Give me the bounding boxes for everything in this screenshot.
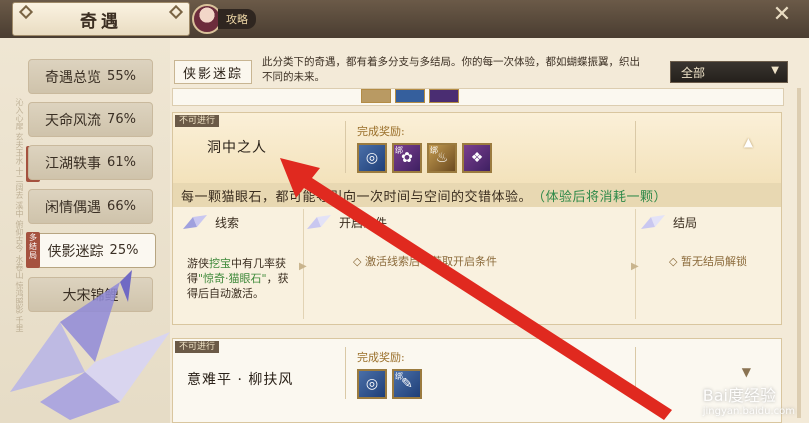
quest-banner: 每一颗猫眼石，都可能导引向一次时间与空间的交错体验。 （体验后将消耗一颗） bbox=[173, 183, 781, 207]
divider bbox=[635, 347, 636, 399]
sidebar-item-jianghu[interactable]: 江湖轶事 61% bbox=[28, 145, 153, 180]
sidebar-item-label: 闲情偶遇 bbox=[45, 199, 102, 216]
sidebar-item-tianming[interactable]: 天命风流 76% bbox=[28, 102, 153, 137]
ring-icon[interactable]: ◎ bbox=[357, 369, 387, 399]
scroll-icon[interactable]: 绑 ✎ bbox=[392, 369, 422, 399]
dice-icon[interactable]: ❖ bbox=[462, 143, 492, 173]
start-condition-text: ◇ 激活线索后可获取开启条件 bbox=[353, 255, 497, 268]
reward-icon bbox=[361, 89, 391, 103]
quest-card-header[interactable]: 不可进行 洞中之人 完成奖励: ◎ 绑 ✿ 绑 ♨ ❖ ▲ bbox=[173, 113, 781, 183]
page-title-tab: 奇遇 bbox=[12, 2, 190, 36]
guide-label: 攻略 bbox=[218, 9, 256, 29]
sidebar-item-pct: 61% bbox=[107, 155, 136, 170]
ending-text: ◇ 暂无结局解锁 bbox=[669, 255, 747, 268]
lamp-icon[interactable]: 绑 ♨ bbox=[427, 143, 457, 173]
reward-list: ◎ 绑 ✿ 绑 ♨ ❖ bbox=[357, 143, 492, 173]
sidebar-item-label: 江湖轶事 bbox=[45, 155, 102, 172]
reward-list: ◎ 绑 ✎ bbox=[357, 369, 422, 399]
status-badge: 不可进行 bbox=[175, 341, 220, 353]
paper-crane-decoration bbox=[10, 270, 170, 420]
ending-header: 结局 bbox=[639, 213, 697, 231]
sidebar-item-overview[interactable]: 奇遇总览 55% bbox=[28, 59, 153, 94]
quest-card[interactable]: 不可进行 意难平 · 柳扶风 完成奖励: ◎ 绑 ✎ ▼ bbox=[172, 338, 782, 423]
clue-header: 线索 bbox=[181, 213, 239, 231]
sidebar-item-label: 天命风流 bbox=[45, 112, 102, 129]
close-button[interactable]: ✕ bbox=[765, 1, 799, 29]
sidebar-item-pct: 66% bbox=[107, 199, 136, 214]
quest-list[interactable]: 不可进行 洞中之人 完成奖励: ◎ 绑 ✿ 绑 ♨ ❖ ▲ 每一颗猫眼石，都可能导引… bbox=[170, 88, 809, 423]
quest-title: 意难平 · 柳扶风 bbox=[187, 372, 294, 388]
divider bbox=[635, 121, 636, 173]
chevron-right-icon: ▶ bbox=[299, 261, 307, 272]
expand-arrow-icon[interactable]: ▼ bbox=[742, 365, 751, 379]
ring-icon[interactable]: ◎ bbox=[357, 143, 387, 173]
banner-text: 每一颗猫眼石，都可能导引向一次时间与空间的交错体验。 bbox=[181, 189, 533, 205]
start-condition-title: 开启条件 bbox=[339, 215, 388, 230]
section-label: 侠影迷踪 bbox=[174, 60, 252, 84]
divider bbox=[345, 121, 346, 173]
reward-icon bbox=[395, 89, 425, 103]
previous-card-bottom bbox=[172, 88, 784, 106]
quest-title: 洞中之人 bbox=[207, 140, 267, 156]
guide-button[interactable]: 攻略 bbox=[192, 4, 256, 34]
bundle-icon[interactable]: 绑 ✿ bbox=[392, 143, 422, 173]
paper-crane-icon bbox=[183, 215, 207, 229]
sidebar-item-pct: 25% bbox=[109, 243, 139, 258]
chevron-down-icon: ▼ bbox=[771, 65, 779, 76]
scrollbar[interactable] bbox=[797, 88, 801, 418]
section-description: 此分类下的奇遇，都有着多分支与多结局。你的每一次体验，都如蝴蝶振翼，织出不同的未… bbox=[262, 56, 640, 83]
ending-title: 结局 bbox=[673, 215, 698, 230]
collapse-arrow-icon[interactable]: ▲ bbox=[744, 135, 753, 149]
filter-select[interactable]: 全部 ▼ bbox=[670, 61, 788, 83]
page-title: 奇遇 bbox=[80, 11, 122, 32]
reward-label: 完成奖励: bbox=[357, 351, 405, 364]
chevron-right-icon: ▶ bbox=[631, 261, 639, 272]
clue-description: 游侠挖宝中有几率获得"惊奇·猫眼石"，获得后自动激活。 bbox=[187, 257, 289, 300]
sidebar-item-label: 侠影迷踪 bbox=[47, 243, 104, 260]
ornament-icon bbox=[168, 4, 184, 20]
banner-note: （体验后将消耗一颗） bbox=[532, 189, 668, 205]
reward-icon bbox=[429, 89, 459, 103]
paper-crane-icon bbox=[307, 215, 331, 229]
divider bbox=[345, 347, 346, 399]
start-condition-header: 开启条件 bbox=[305, 213, 387, 231]
sidebar-item-label: 奇遇总览 bbox=[45, 69, 102, 86]
main-panel: 侠影迷踪 此分类下的奇遇，都有着多分支与多结局。你的每一次体验，都如蝴蝶振翼，织… bbox=[170, 38, 809, 423]
sidebar-item-pct: 76% bbox=[107, 112, 136, 127]
status-badge: 不可进行 bbox=[175, 115, 220, 127]
ornament-icon bbox=[18, 4, 34, 20]
paper-crane-icon bbox=[641, 215, 665, 229]
sidebar-item-xianqing[interactable]: 闲情偶遇 66% bbox=[28, 189, 153, 224]
filter-value: 全部 bbox=[681, 65, 706, 80]
quest-card[interactable]: 不可进行 洞中之人 完成奖励: ◎ 绑 ✿ 绑 ♨ ❖ ▲ 每一颗猫眼石，都可能导引… bbox=[172, 112, 782, 325]
reward-label: 完成奖励: bbox=[357, 125, 405, 138]
watermark: Bai度经验 jingyan.baidu.com bbox=[702, 386, 795, 417]
top-bar: 奇遇 攻略 ✕ bbox=[0, 0, 809, 38]
sidebar-item-pct: 55% bbox=[107, 69, 136, 84]
clue-title: 线索 bbox=[215, 215, 240, 230]
